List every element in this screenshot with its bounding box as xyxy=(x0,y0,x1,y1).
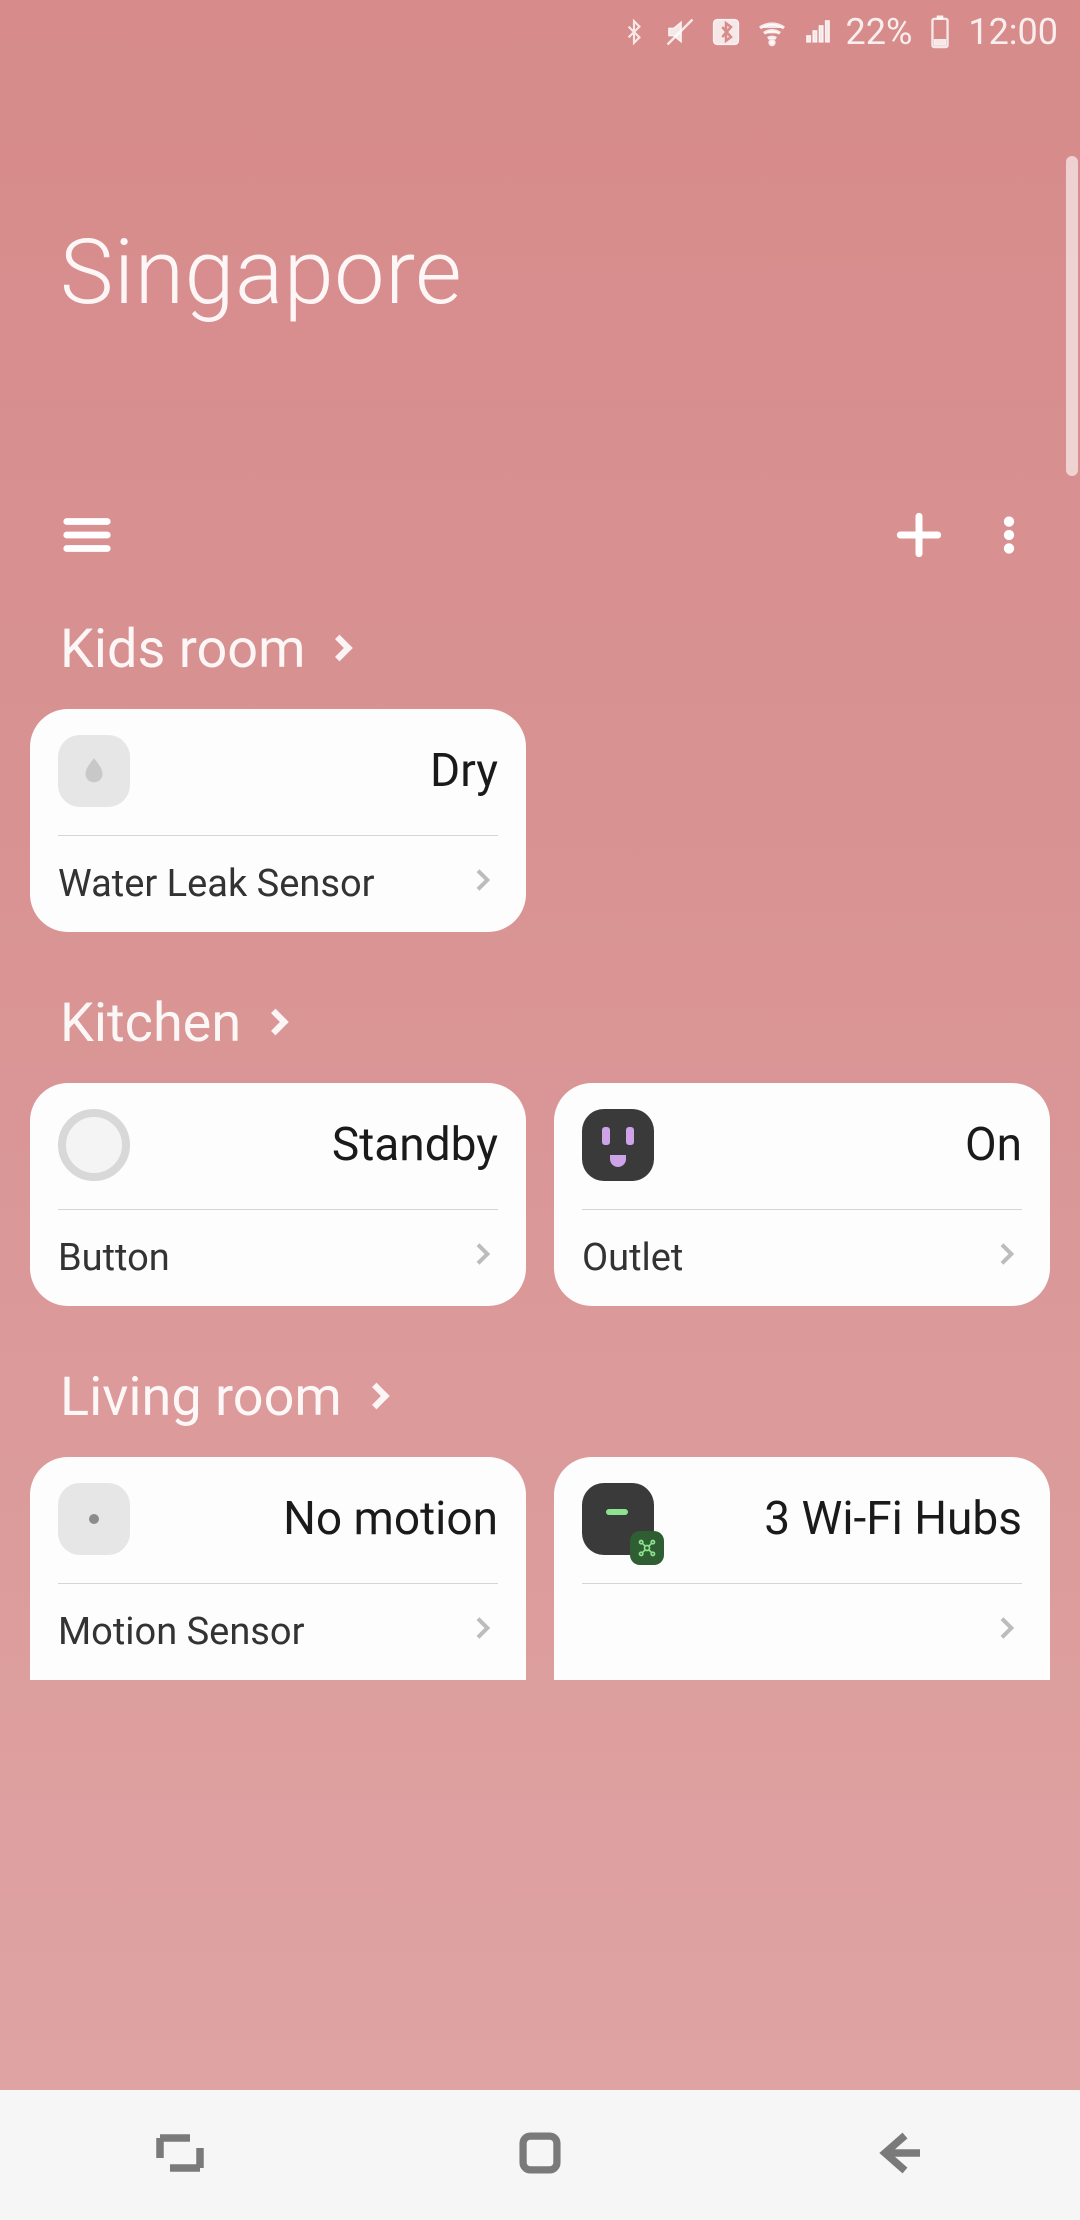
device-label: Motion Sensor xyxy=(58,1610,454,1654)
room-name: Kids room xyxy=(60,618,305,681)
device-label: Water Leak Sensor xyxy=(58,862,454,906)
battery-icon xyxy=(922,14,958,50)
room-name: Living room xyxy=(60,1366,342,1429)
outlet-icon xyxy=(582,1109,654,1181)
chevron-right-icon xyxy=(323,618,361,681)
mute-icon xyxy=(662,14,698,50)
device-card-button[interactable]: Standby Button xyxy=(30,1083,526,1306)
device-card-wifi-hub[interactable]: 3 Wi-Fi Hubs xyxy=(554,1457,1050,1680)
water-drop-icon xyxy=(58,735,130,807)
room-name: Kitchen xyxy=(60,992,241,1055)
battery-percent: 22% xyxy=(846,11,913,53)
room-header-kids-room[interactable]: Kids room xyxy=(60,618,1050,681)
page-title: Singapore xyxy=(60,220,462,325)
wifi-icon xyxy=(754,14,790,50)
hub-badge-icon xyxy=(630,1531,664,1565)
room-header-kitchen[interactable]: Kitchen xyxy=(60,992,1050,1055)
device-status: 3 Wi-Fi Hubs xyxy=(670,1492,1022,1546)
device-status: Standby xyxy=(146,1118,498,1172)
scrollbar[interactable] xyxy=(1066,156,1078,476)
status-bar: 22% 12:00 xyxy=(0,0,1080,64)
button-icon xyxy=(58,1109,130,1181)
device-label: Button xyxy=(58,1236,454,1280)
clock-text: 12:00 xyxy=(968,11,1058,53)
chevron-right-icon xyxy=(259,992,297,1055)
back-button[interactable] xyxy=(870,2123,930,2187)
chevron-right-icon xyxy=(466,1236,498,1280)
system-navbar xyxy=(0,2090,1080,2220)
device-card-outlet[interactable]: On Outlet xyxy=(554,1083,1050,1306)
add-button[interactable] xyxy=(884,500,954,570)
chevron-right-icon xyxy=(990,1610,1022,1654)
device-card-water-leak-sensor[interactable]: Dry Water Leak Sensor xyxy=(30,709,526,932)
more-options-button[interactable] xyxy=(974,500,1044,570)
bluetooth-square-icon xyxy=(708,14,744,50)
device-card-motion-sensor[interactable]: No motion Motion Sensor xyxy=(30,1457,526,1680)
chevron-right-icon xyxy=(360,1366,398,1429)
rooms-list: Kids room Dry Water Leak Sensor Kitchen xyxy=(0,590,1080,2090)
device-label: Outlet xyxy=(582,1236,978,1280)
bluetooth-icon xyxy=(616,14,652,50)
menu-button[interactable] xyxy=(52,500,122,570)
chevron-right-icon xyxy=(466,862,498,906)
device-status: On xyxy=(670,1118,1022,1172)
motion-icon xyxy=(58,1483,130,1555)
device-status: Dry xyxy=(146,744,498,798)
chevron-right-icon xyxy=(990,1236,1022,1280)
recents-button[interactable] xyxy=(150,2123,210,2187)
home-button[interactable] xyxy=(511,2124,569,2186)
toolbar xyxy=(0,495,1080,575)
cell-signal-icon xyxy=(800,14,836,50)
room-header-living-room[interactable]: Living room xyxy=(60,1366,1050,1429)
chevron-right-icon xyxy=(466,1610,498,1654)
hub-icon xyxy=(582,1483,654,1555)
device-status: No motion xyxy=(146,1492,498,1546)
